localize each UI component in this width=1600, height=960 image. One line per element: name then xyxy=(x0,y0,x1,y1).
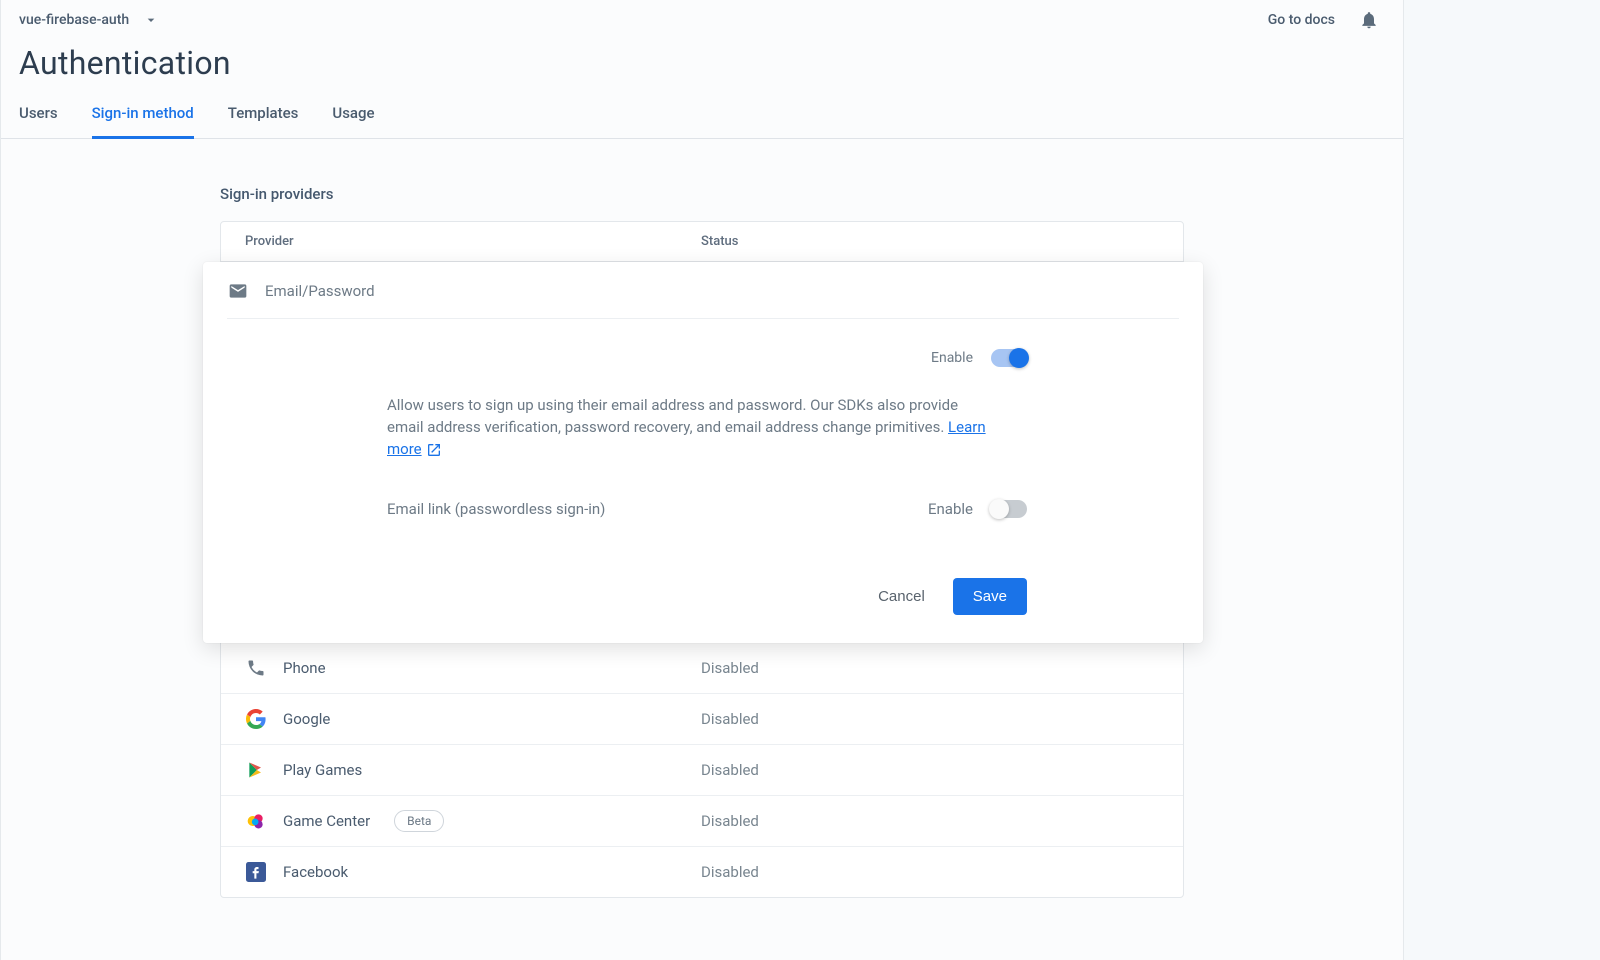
google-icon xyxy=(245,708,267,730)
provider-status: Disabled xyxy=(701,710,759,728)
provider-name: Google xyxy=(283,710,330,728)
provider-expanded-card: Email/Password Enable Allow users to sig… xyxy=(203,262,1203,643)
provider-status: Disabled xyxy=(701,761,759,779)
passwordless-label: Email link (passwordless sign-in) xyxy=(387,500,605,518)
help-text: Allow users to sign up using their email… xyxy=(387,395,987,460)
page-title: Authentication xyxy=(1,30,1403,82)
project-name: vue-firebase-auth xyxy=(19,12,129,28)
section-title: Sign-in providers xyxy=(220,185,1184,203)
provider-status: Disabled xyxy=(701,812,759,830)
gamecenter-icon xyxy=(245,810,267,832)
tab-signin-method[interactable]: Sign-in method xyxy=(92,104,194,139)
tab-templates[interactable]: Templates xyxy=(228,104,299,138)
provider-name: Play Games xyxy=(283,761,362,779)
beta-badge: Beta xyxy=(394,810,444,832)
cancel-button[interactable]: Cancel xyxy=(878,588,925,605)
provider-name: Phone xyxy=(283,659,326,677)
auth-tabs: Users Sign-in method Templates Usage xyxy=(1,82,1403,139)
bell-icon[interactable] xyxy=(1359,10,1379,30)
provider-name: Game Center xyxy=(283,812,370,830)
chevron-down-icon xyxy=(141,10,161,30)
phone-icon xyxy=(245,657,267,679)
provider-row[interactable]: Game Center Beta Disabled xyxy=(221,795,1183,846)
enable-label: Enable xyxy=(931,350,973,366)
provider-row[interactable]: Phone Disabled xyxy=(221,643,1183,693)
providers-table: Provider Status Email/Password Enable xyxy=(220,221,1184,898)
col-header-status: Status xyxy=(701,234,1159,249)
tab-users[interactable]: Users xyxy=(19,104,58,138)
provider-status: Disabled xyxy=(701,863,759,881)
open-external-icon xyxy=(426,442,442,458)
go-to-docs-link[interactable]: Go to docs xyxy=(1268,12,1335,28)
tab-usage[interactable]: Usage xyxy=(332,104,374,138)
provider-status: Disabled xyxy=(701,659,759,677)
project-selector[interactable]: vue-firebase-auth xyxy=(19,10,161,30)
provider-name: Facebook xyxy=(283,863,348,881)
facebook-icon xyxy=(245,861,267,883)
mail-icon xyxy=(227,280,249,302)
col-header-provider: Provider xyxy=(245,234,701,249)
help-text-body: Allow users to sign up using their email… xyxy=(387,396,958,436)
enable-toggle[interactable] xyxy=(991,349,1027,367)
expanded-provider-name: Email/Password xyxy=(265,282,375,300)
passwordless-enable-label: Enable xyxy=(928,500,973,518)
play-icon xyxy=(245,759,267,781)
provider-row[interactable]: Play Games Disabled xyxy=(221,744,1183,795)
save-button[interactable]: Save xyxy=(953,578,1027,615)
provider-row[interactable]: Facebook Disabled xyxy=(221,846,1183,897)
provider-row[interactable]: Google Disabled xyxy=(221,693,1183,744)
passwordless-toggle[interactable] xyxy=(991,500,1027,518)
